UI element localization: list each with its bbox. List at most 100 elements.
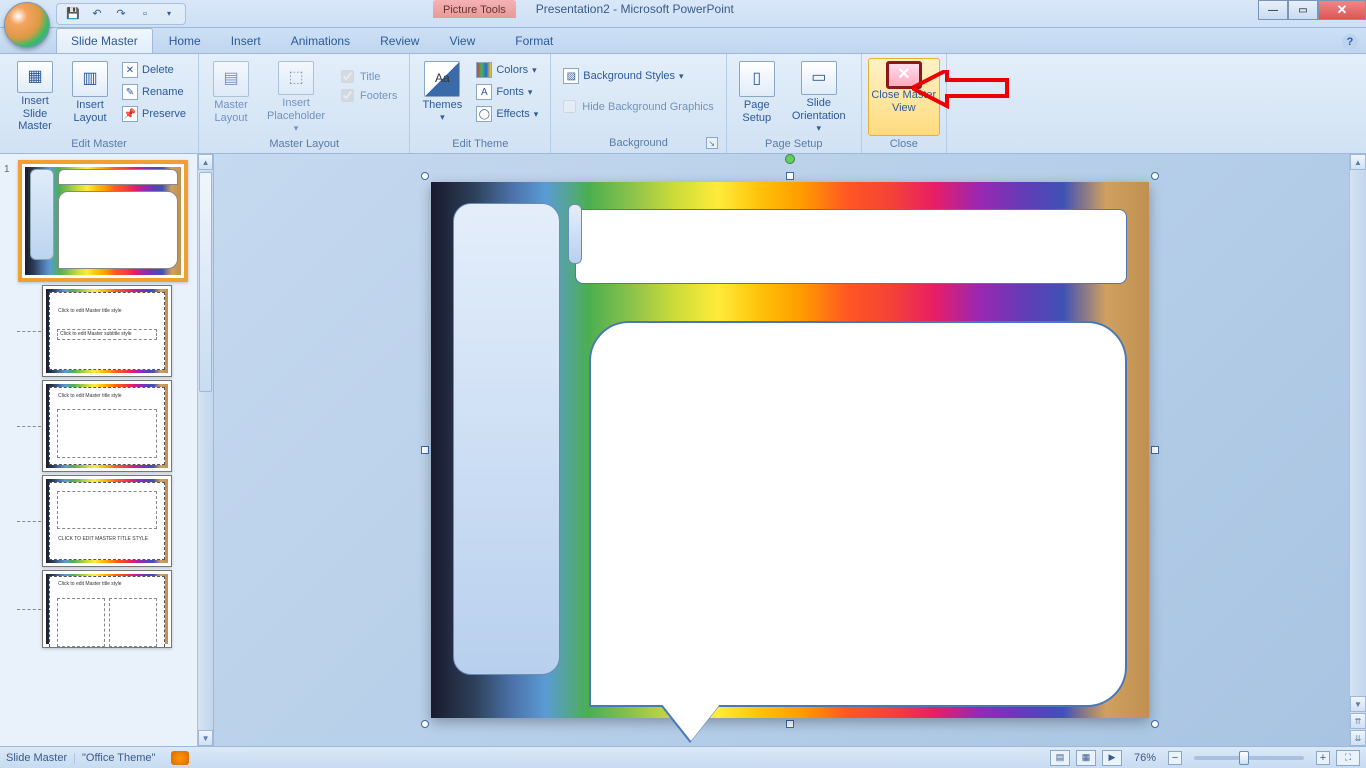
insert-slide-master-button[interactable]: ▦ Insert Slide Master [6,58,64,136]
thumbnail-scrollbar[interactable]: ▲ ▼ [197,154,213,746]
tab-slide-master[interactable]: Slide Master [56,28,153,53]
tab-review[interactable]: Review [366,29,433,53]
qat-dropdown-icon[interactable]: ▾ [161,6,177,22]
insert-placeholder-label: Insert Placeholder [261,97,331,122]
layout-thumbnail-3[interactable]: CLICK TO EDIT MASTER TITLE STYLE [42,475,172,567]
close-master-view-button[interactable]: ✕ Close Master View [868,58,940,136]
scroll-down-icon[interactable]: ▼ [198,730,213,746]
slide-title-placeholder[interactable] [575,209,1128,284]
hide-bg-graphics-checkbox[interactable]: Hide Background Graphics [559,98,717,115]
scroll-up-icon[interactable]: ▲ [198,154,213,170]
resize-handle-n[interactable] [786,172,794,180]
office-button[interactable] [4,2,50,48]
canvas-scroll-up-icon[interactable]: ▲ [1350,154,1366,170]
titlebar: 💾 ↶ ↷ ▫ ▾ Picture Tools Presentation2 - … [0,0,1366,28]
layout-thumbnail-2[interactable]: Click to edit Master title style [42,380,172,472]
title-center: Picture Tools Presentation2 - Microsoft … [433,0,734,18]
prev-slide-icon[interactable]: ⇈ [1350,713,1366,729]
tab-insert[interactable]: Insert [217,29,275,53]
document-title: Presentation2 - Microsoft PowerPoint [536,2,734,16]
insert-slide-master-label: Insert Slide Master [8,95,62,133]
tab-view[interactable]: View [435,29,489,53]
insert-placeholder-button[interactable]: ⬚ Insert Placeholder [259,58,333,136]
themes-button[interactable]: Aa Themes [416,58,468,136]
minimize-button[interactable]: — [1258,0,1288,20]
canvas-scrollbar[interactable]: ▲ ▼ ⇈ ⇊ [1349,154,1366,746]
tab-format[interactable]: Format [501,29,567,53]
status-mode: Slide Master [6,752,67,764]
insert-layout-label: Insert Layout [68,99,112,124]
save-icon[interactable]: 💾 [65,6,81,22]
status-theme: "Office Theme" [82,752,155,764]
insert-layout-button[interactable]: ▥ Insert Layout [66,58,114,136]
zoom-slider-thumb[interactable] [1239,751,1249,765]
master-layout-label: Master Layout [207,99,255,124]
slide-master-thumbnail[interactable] [18,160,188,282]
slide-orientation-button[interactable]: ▭ Slide Orientation [783,58,855,136]
scrollbar-thumb[interactable] [199,172,212,392]
resize-handle-sw[interactable] [421,720,429,728]
layout-thumbnail-4[interactable]: Click to edit Master title style [42,570,172,648]
page-setup-icon: ▯ [739,61,775,97]
background-styles-icon: ▨ [563,68,579,84]
new-file-icon[interactable]: ▫ [137,6,153,22]
sorter-view-button[interactable]: ▦ [1076,750,1096,766]
resize-handle-se[interactable] [1151,720,1159,728]
fonts-icon: A [476,84,492,100]
tab-animations[interactable]: Animations [277,29,364,53]
zoom-percent[interactable]: 76% [1134,752,1156,764]
slide-master-canvas [431,182,1149,718]
resize-handle-w[interactable] [421,446,429,454]
resize-handle-nw[interactable] [421,172,429,180]
title-checkbox[interactable]: Title [337,68,401,85]
zoom-slider[interactable] [1194,756,1304,760]
close-window-button[interactable]: ✕ [1318,0,1366,20]
zoom-out-button[interactable]: − [1168,751,1182,765]
resize-handle-s[interactable] [786,720,794,728]
canvas-scroll-down-icon[interactable]: ▼ [1350,696,1366,712]
footers-checkbox[interactable]: Footers [337,87,401,104]
themes-icon: Aa [424,61,460,97]
resize-handle-ne[interactable] [1151,172,1159,180]
background-dialog-launcher[interactable]: ↘ [706,137,718,149]
tab-home[interactable]: Home [155,29,215,53]
placeholder-icon: ⬚ [278,61,314,95]
slide-body-placeholder[interactable] [589,321,1128,707]
resize-handle-e[interactable] [1151,446,1159,454]
next-slide-icon[interactable]: ⇊ [1350,730,1366,746]
rename-button[interactable]: ✎Rename [118,82,190,102]
master-layout-button[interactable]: ▤ Master Layout [205,58,257,136]
preserve-button[interactable]: 📌Preserve [118,104,190,124]
context-tab-label: Picture Tools [433,0,516,18]
slide-sidebar-shape[interactable] [453,203,561,675]
group-edit-master-label: Edit Master [6,136,192,152]
slide-canvas-area[interactable]: ▲ ▼ ⇈ ⇊ [214,154,1366,746]
background-styles-button[interactable]: ▨Background Styles [559,66,717,86]
rotation-handle[interactable] [785,154,795,164]
colors-button[interactable]: Colors [472,60,542,80]
maximize-button[interactable]: ▭ [1288,0,1318,20]
fit-window-button[interactable]: ⛶ [1336,750,1360,766]
slide-selection[interactable] [425,176,1155,724]
delete-button[interactable]: ✕Delete [118,60,190,80]
page-setup-button[interactable]: ▯ Page Setup [733,58,781,136]
group-page-setup-label: Page Setup [733,136,855,152]
thumbnail-panel: 1 Click to edit Master title style Click… [0,154,214,746]
close-master-view-label: Close Master View [870,89,938,114]
slideshow-view-button[interactable]: ▶ [1102,750,1122,766]
ribbon: ▦ Insert Slide Master ▥ Insert Layout ✕D… [0,54,1366,154]
effects-button[interactable]: ◯Effects [472,104,542,124]
status-language-icon[interactable] [171,751,189,765]
redo-icon[interactable]: ↷ [113,6,129,22]
normal-view-button[interactable]: ▤ [1050,750,1070,766]
preserve-icon: 📌 [122,106,138,122]
help-icon[interactable]: ? [1342,34,1358,50]
undo-icon[interactable]: ↶ [89,6,105,22]
group-page-setup: ▯ Page Setup ▭ Slide Orientation Page Se… [727,54,862,153]
group-close-label: Close [868,136,940,152]
fonts-button[interactable]: AFonts [472,82,542,102]
zoom-in-button[interactable]: + [1316,751,1330,765]
master-layout-icon: ▤ [213,61,249,97]
layout-thumbnail-1[interactable]: Click to edit Master title style Click t… [42,285,172,377]
group-edit-theme-label: Edit Theme [416,136,544,152]
